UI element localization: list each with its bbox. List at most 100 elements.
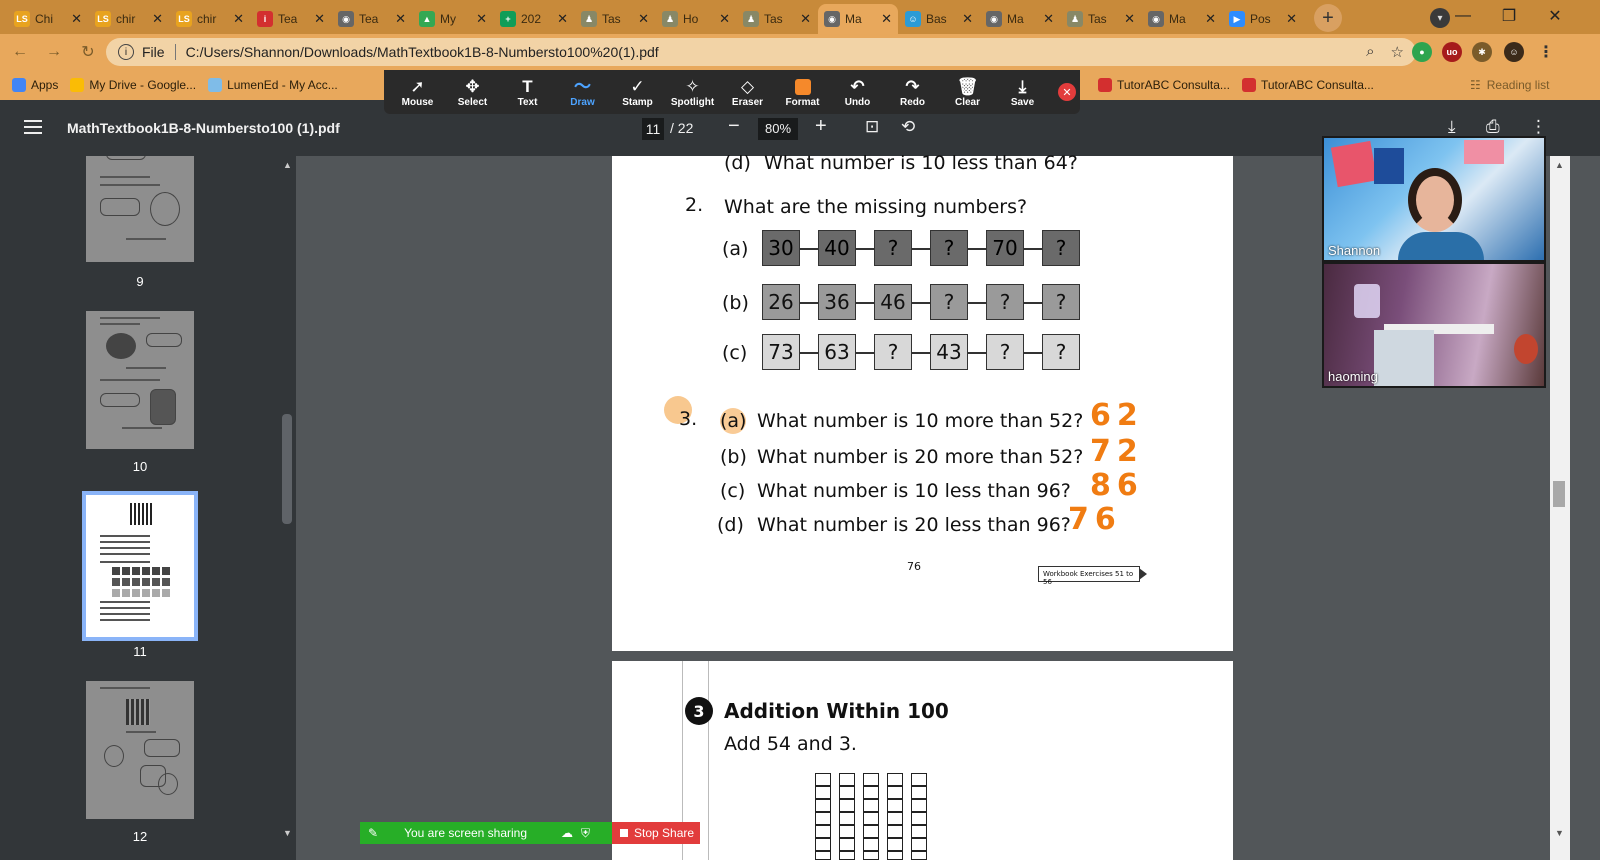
close-window-icon[interactable]: ✕ <box>1532 0 1578 32</box>
forward-icon[interactable]: → <box>40 38 68 66</box>
screen-sharing-bar[interactable]: ✎ You are screen sharing ☁ ⛨ <box>360 822 612 844</box>
tab-close-icon[interactable]: ✕ <box>395 11 406 27</box>
document-scroll-thumb[interactable] <box>1553 481 1565 507</box>
zoom-out-icon[interactable]: − <box>728 115 740 138</box>
minimize-icon[interactable]: — <box>1440 0 1486 32</box>
bookmark-item[interactable]: Apps <box>12 78 58 92</box>
rotate-icon[interactable]: ⟲ <box>901 117 915 137</box>
download-icon[interactable]: ⤓ <box>1448 117 1456 137</box>
tab-close-icon[interactable]: ✕ <box>1124 11 1135 27</box>
browser-tab[interactable]: ◉ Ma ✕ <box>980 4 1060 34</box>
annotation-tool-clear[interactable]: 🗑 Clear <box>940 77 995 108</box>
sidebar-menu-icon[interactable] <box>24 120 42 134</box>
scroll-up-arrow-icon[interactable]: ▲ <box>283 160 292 170</box>
browser-tab[interactable]: LS Chi ✕ <box>8 4 88 34</box>
annotation-tool-format[interactable]: Format <box>775 77 830 108</box>
reading-list[interactable]: ☷ Reading list <box>1470 78 1549 92</box>
share-screen-icon: ✎ <box>368 826 379 840</box>
browser-tab[interactable]: +202 ✕ <box>494 4 574 34</box>
info-icon[interactable]: i <box>118 44 134 60</box>
print-icon[interactable]: ⎙ <box>1486 117 1500 137</box>
annotation-tool-spotlight[interactable]: ✧ Spotlight <box>665 77 720 108</box>
tab-close-icon[interactable]: ✕ <box>476 11 487 27</box>
annotation-tool-label: Text <box>517 96 538 108</box>
annotation-tool-mouse[interactable]: ➚ Mouse <box>390 77 445 108</box>
tab-close-icon[interactable]: ✕ <box>71 11 82 27</box>
sidebar-scrollbar[interactable]: ▲ ▼ <box>278 156 296 860</box>
thumbnail-page-9[interactable] <box>86 156 194 262</box>
zoom-input[interactable]: 80% <box>758 118 798 140</box>
annotation-tool-undo[interactable]: ↶ Undo <box>830 77 885 108</box>
page-number-input[interactable]: 11 <box>642 118 664 140</box>
document-scrollbar[interactable]: ▲ ▼ <box>1550 156 1570 860</box>
tab-close-icon[interactable]: ✕ <box>1205 11 1216 27</box>
fit-page-icon[interactable]: ⊡ <box>865 117 879 137</box>
profile-avatar[interactable]: ☺ <box>1504 42 1524 62</box>
tab-close-icon[interactable]: ✕ <box>314 11 325 27</box>
restore-icon[interactable]: ❐ <box>1486 0 1532 32</box>
annotation-tool-select[interactable]: ✥ Select <box>445 77 500 108</box>
thumbnail-page-11[interactable] <box>82 491 198 641</box>
browser-tab[interactable]: ▶ Pos ✕ <box>1223 4 1303 34</box>
ublock-icon[interactable]: uo <box>1442 42 1462 62</box>
tab-close-icon[interactable]: ✕ <box>1286 11 1297 27</box>
reload-icon[interactable]: ↻ <box>74 38 102 66</box>
scroll-up-arrow-icon[interactable]: ▲ <box>1555 160 1564 170</box>
video-tile-shannon[interactable]: Shannon <box>1324 138 1544 260</box>
tab-close-icon[interactable]: ✕ <box>233 11 244 27</box>
back-icon[interactable]: ← <box>6 38 34 66</box>
scroll-down-arrow-icon[interactable]: ▼ <box>1555 828 1564 838</box>
bookmark-item[interactable]: TutorABC Consulta... <box>1098 78 1230 92</box>
browser-tab[interactable]: ♟ Tas ✕ <box>575 4 655 34</box>
address-bar[interactable]: i File C:/Users/Shannon/Downloads/MathTe… <box>106 38 1416 66</box>
bookmark-star-icon[interactable]: ☆ <box>1391 43 1404 61</box>
browser-tab[interactable]: ▲ My ✕ <box>413 4 493 34</box>
annotation-tool-eraser[interactable]: ◇ Eraser <box>720 77 775 108</box>
q2-number: 2. <box>685 194 704 216</box>
thumbnail-number: 9 <box>136 274 144 289</box>
extension-chat-icon[interactable]: ● <box>1412 42 1432 62</box>
browser-tab[interactable]: ♟ Ho ✕ <box>656 4 736 34</box>
browser-tab[interactable]: ♟ Tas ✕ <box>1061 4 1141 34</box>
thumbnail-page-10[interactable] <box>86 311 194 449</box>
browser-tab[interactable]: LS chir ✕ <box>89 4 169 34</box>
annotation-tool-save[interactable]: ⤓ Save <box>995 77 1050 108</box>
more-options-icon[interactable]: ⋮ <box>1530 117 1547 137</box>
browser-tab[interactable]: ◉ Ma ✕ <box>818 4 898 34</box>
mouse-icon: ➚ <box>410 76 425 96</box>
tab-close-icon[interactable]: ✕ <box>962 11 973 27</box>
tab-close-icon[interactable]: ✕ <box>1043 11 1054 27</box>
tab-close-icon[interactable]: ✕ <box>719 11 730 27</box>
chrome-menu-icon[interactable]: ⋮ <box>1536 42 1556 62</box>
annotation-tool-draw[interactable]: 〜 Draw <box>555 77 610 108</box>
tab-close-icon[interactable]: ✕ <box>800 11 811 27</box>
new-tab-button[interactable]: + <box>1314 4 1342 32</box>
stop-share-button[interactable]: Stop Share <box>612 822 700 844</box>
browser-tab[interactable]: i Tea ✕ <box>251 4 331 34</box>
zoom-in-icon[interactable]: + <box>815 115 827 138</box>
bookmark-item[interactable]: My Drive - Google... <box>70 78 196 92</box>
tab-close-icon[interactable]: ✕ <box>881 11 892 27</box>
browser-tab[interactable]: LS chir ✕ <box>170 4 250 34</box>
extensions-puzzle-icon[interactable]: ✱ <box>1472 42 1492 62</box>
close-annotation-icon[interactable]: ✕ <box>1058 83 1076 101</box>
annotation-tool-redo[interactable]: ↷ Redo <box>885 77 940 108</box>
annotation-tool-text[interactable]: T Text <box>500 77 555 108</box>
annotation-tool-stamp[interactable]: ✓ Stamp <box>610 77 665 108</box>
scroll-down-arrow-icon[interactable]: ▼ <box>283 828 292 838</box>
tab-close-icon[interactable]: ✕ <box>638 11 649 27</box>
browser-tab[interactable]: ☺ Bas ✕ <box>899 4 979 34</box>
handwritten-answer: 76 <box>1068 502 1122 537</box>
bookmark-item[interactable]: TutorABC Consulta... <box>1241 78 1374 92</box>
tab-close-icon[interactable]: ✕ <box>557 11 568 27</box>
zoom-icon[interactable]: ⌕ <box>1366 43 1374 61</box>
browser-tab[interactable]: ♟ Tas ✕ <box>737 4 817 34</box>
browser-tab[interactable]: ◉ Ma ✕ <box>1142 4 1222 34</box>
sidebar-scroll-thumb[interactable] <box>282 414 292 524</box>
bookmark-item[interactable]: LumenEd - My Acc... <box>208 78 338 92</box>
address-url: C:/Users/Shannon/Downloads/MathTextbook1… <box>185 44 659 60</box>
tab-close-icon[interactable]: ✕ <box>152 11 163 27</box>
video-tile-haoming[interactable]: haoming <box>1324 264 1544 386</box>
thumbnail-page-12[interactable] <box>86 681 194 819</box>
browser-tab[interactable]: ◉ Tea ✕ <box>332 4 412 34</box>
